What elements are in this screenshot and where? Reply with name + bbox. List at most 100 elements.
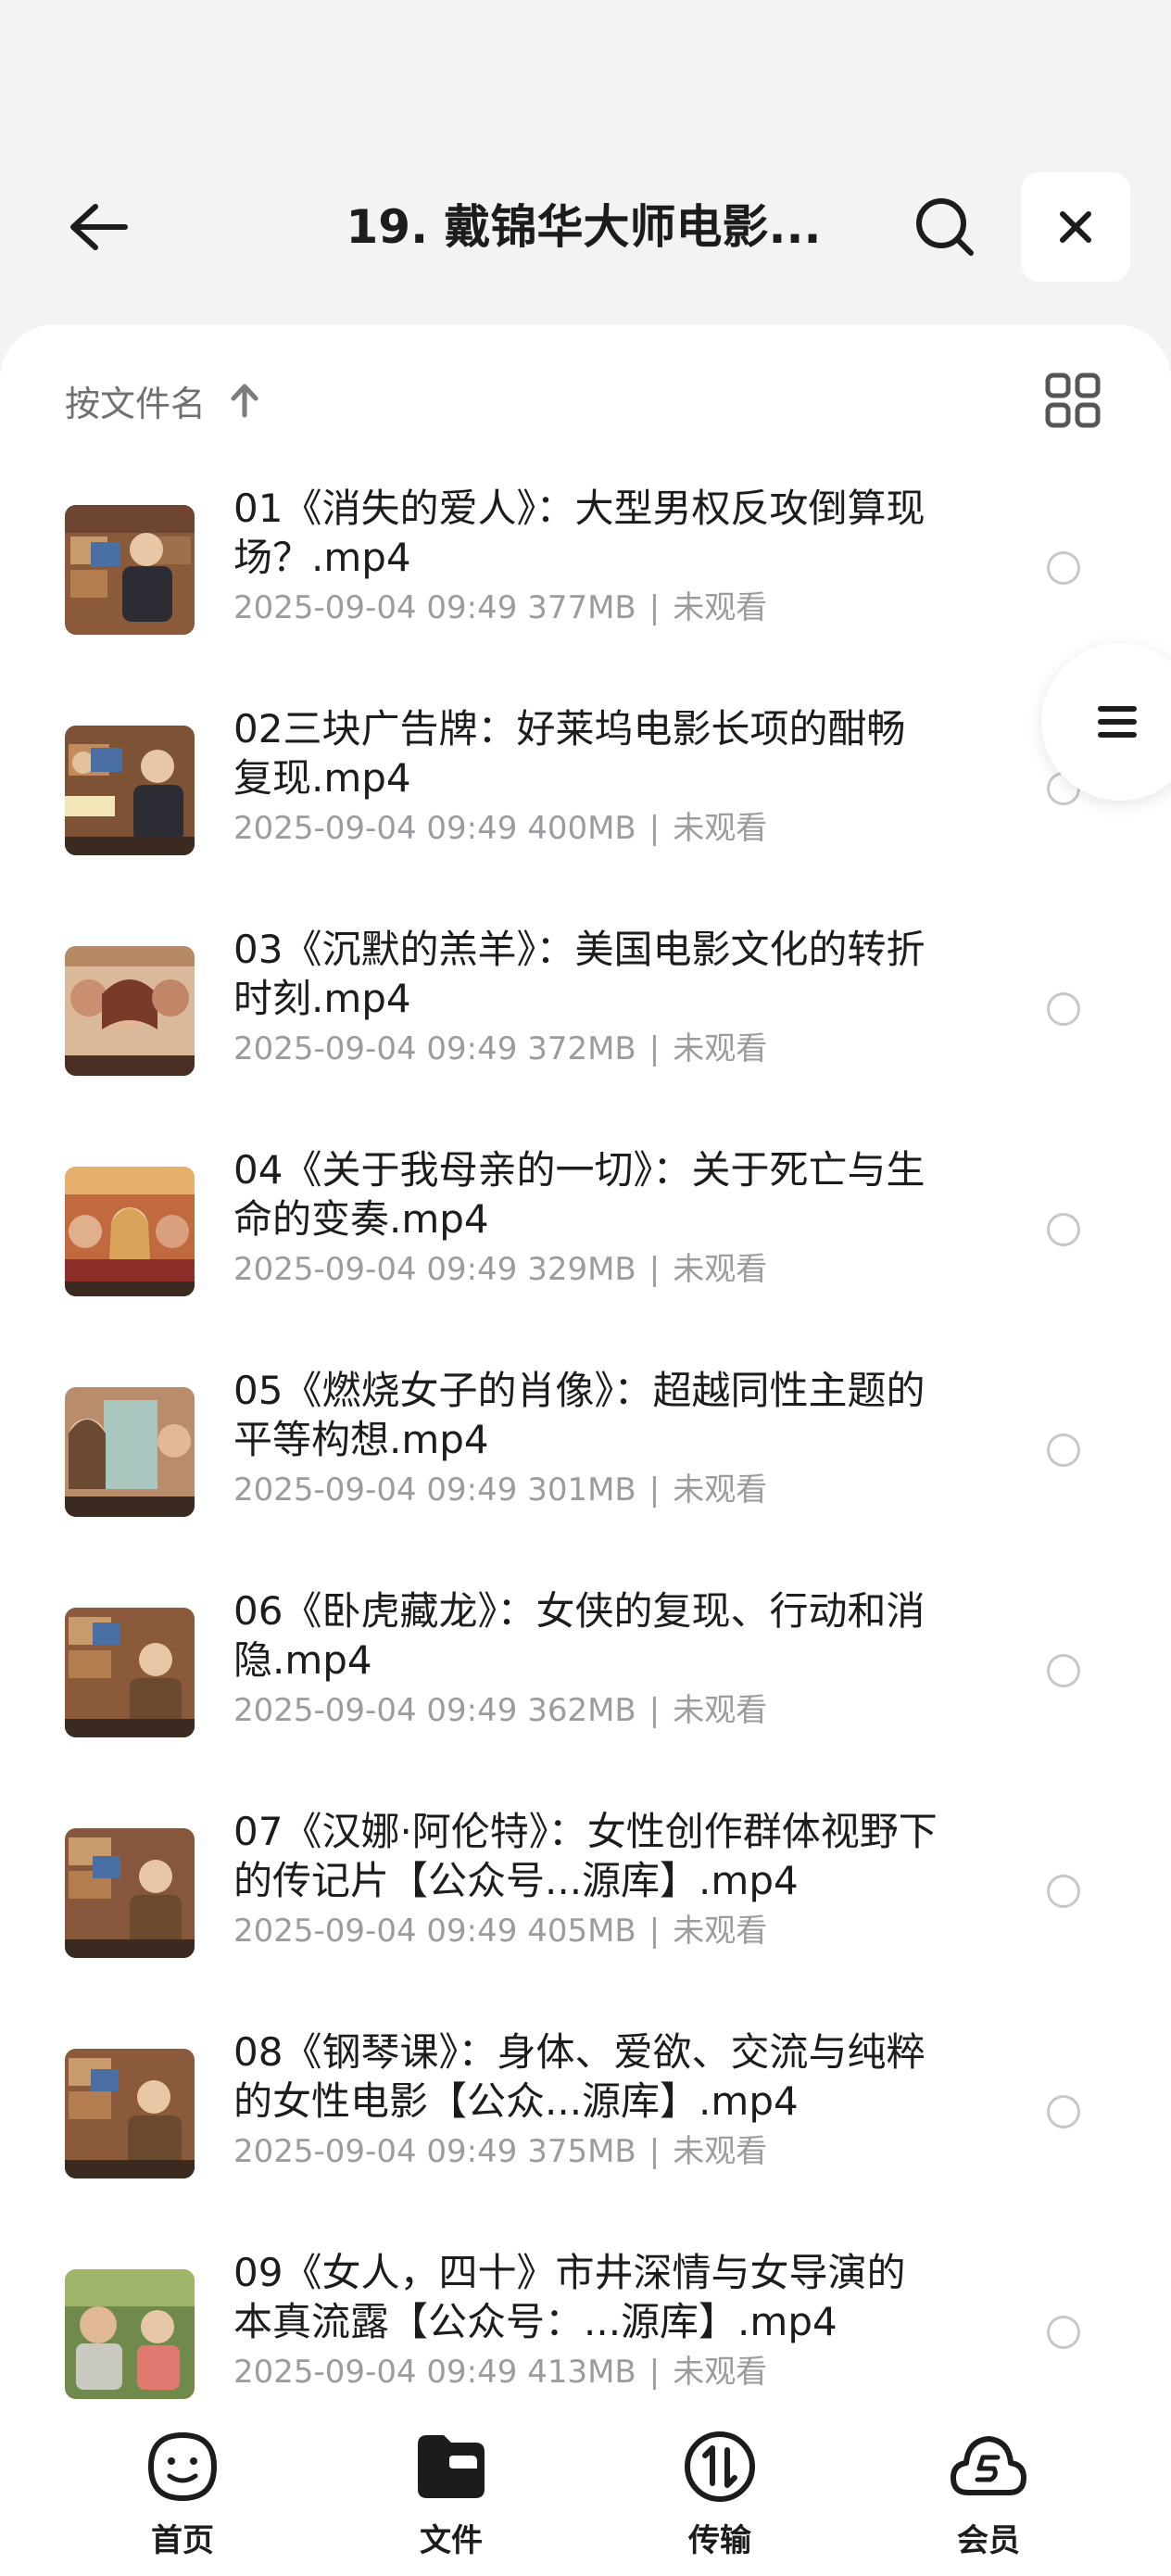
menu-icon xyxy=(1098,706,1137,738)
file-meta: 2025-09-04 09:49 362MB | 未观看 xyxy=(233,1688,767,1733)
meta-separator: | xyxy=(648,1030,661,1067)
file-size: 413MB xyxy=(527,2354,636,2391)
watch-status: 未观看 xyxy=(673,1030,768,1067)
file-name: 08《钢琴课》：身体、爱欲、交流与纯粹的女性电影【公众...源库】.mp4 xyxy=(233,2029,925,2124)
select-radio[interactable] xyxy=(1047,2316,1080,2349)
file-date: 2025-09-04 09:49 xyxy=(233,1251,518,1288)
bottom-tab-bar: 首页 文件 传输 会员 xyxy=(0,2400,1171,2576)
transfer-icon xyxy=(685,2431,755,2502)
video-thumbnail xyxy=(65,2049,195,2178)
watch-status: 未观看 xyxy=(673,1471,768,1509)
file-size: 400MB xyxy=(527,810,636,847)
tab-vip[interactable]: 会员 xyxy=(905,2428,1072,2567)
vip-cloud-icon xyxy=(951,2436,1026,2495)
arrow-left-icon xyxy=(70,204,128,250)
video-thumbnail xyxy=(65,2269,195,2399)
file-name: 05《燃烧女子的肖像》：超越同性主题的平等构想.mp4 xyxy=(233,1368,925,1462)
watch-status: 未观看 xyxy=(673,2133,768,2170)
video-thumbnail xyxy=(65,1828,195,1958)
select-radio[interactable] xyxy=(1047,1654,1080,1687)
file-size: 372MB xyxy=(527,1030,636,1067)
tab-home[interactable]: 首页 xyxy=(99,2428,266,2567)
file-name: 09《女人，四十》市井深情与女导演的本真流露【公众号：...源库】.mp4 xyxy=(233,2250,906,2344)
file-list-panel: 按文件名 01《消失的爱人》：大型男权反攻倒算现场？.mp4 2025-09-0… xyxy=(0,324,1171,2418)
file-list-item[interactable]: 02三块广告牌：好莱坞电影长项的酣畅复现.mp4 2025-09-04 09:4… xyxy=(0,702,1171,923)
file-list-item[interactable]: 07《汉娜·阿伦特》：女性创作群体视野下的传记片【公众号...源库】.mp4 2… xyxy=(0,1805,1171,2026)
file-list-item[interactable]: 05《燃烧女子的肖像》：超越同性主题的平等构想.mp4 2025-09-04 0… xyxy=(0,1364,1171,1585)
file-meta: 2025-09-04 09:49 329MB | 未观看 xyxy=(233,1247,767,1292)
select-radio[interactable] xyxy=(1047,1433,1080,1467)
meta-separator: | xyxy=(648,2354,661,2391)
file-meta: 2025-09-04 09:49 405MB | 未观看 xyxy=(233,1909,767,1953)
file-list-item[interactable]: 08《钢琴课》：身体、爱欲、交流与纯粹的女性电影【公众...源库】.mp4 20… xyxy=(0,2026,1171,2246)
select-radio[interactable] xyxy=(1047,1213,1080,1246)
header-bar: 19. 戴锦华大师电影... xyxy=(0,0,1171,324)
file-size: 362MB xyxy=(527,1692,636,1729)
video-thumbnail xyxy=(65,505,195,635)
tab-label: 会员 xyxy=(957,2522,1020,2559)
video-thumbnail xyxy=(65,946,195,1076)
file-size: 405MB xyxy=(527,1913,636,1950)
video-thumbnail xyxy=(65,1167,195,1296)
file-size: 329MB xyxy=(527,1251,636,1288)
page-title: 19. 戴锦华大师电影... xyxy=(346,200,822,254)
file-name: 04《关于我母亲的一切》：关于死亡与生命的变奏.mp4 xyxy=(233,1147,925,1242)
search-icon xyxy=(916,198,974,256)
grid-view-icon xyxy=(1045,373,1101,428)
video-thumbnail xyxy=(65,1608,195,1737)
file-name: 07《汉娜·阿伦特》：女性创作群体视野下的传记片【公众号...源库】.mp4 xyxy=(233,1809,938,1903)
video-thumbnail xyxy=(65,1387,195,1517)
meta-separator: | xyxy=(648,1913,661,1950)
file-meta: 2025-09-04 09:49 400MB | 未观看 xyxy=(233,806,767,851)
back-button[interactable] xyxy=(52,185,145,269)
watch-status: 未观看 xyxy=(673,1251,768,1288)
close-button[interactable] xyxy=(1021,172,1130,282)
file-name: 01《消失的爱人》：大型男权反攻倒算现场？.mp4 xyxy=(233,486,925,580)
watch-status: 未观看 xyxy=(673,1913,768,1950)
file-date: 2025-09-04 09:49 xyxy=(233,2354,518,2391)
file-list-item[interactable]: 04《关于我母亲的一切》：关于死亡与生命的变奏.mp4 2025-09-04 0… xyxy=(0,1143,1171,1364)
meta-separator: | xyxy=(648,589,661,626)
file-name: 03《沉默的羔羊》：美国电影文化的转折时刻.mp4 xyxy=(233,927,925,1021)
sort-label: 按文件名 xyxy=(65,383,207,424)
meta-separator: | xyxy=(648,1471,661,1509)
watch-status: 未观看 xyxy=(673,2354,768,2391)
tab-files[interactable]: 文件 xyxy=(368,2428,535,2567)
file-name: 06《卧虎藏龙》：女侠的复现、行动和消隐.mp4 xyxy=(233,1588,925,1683)
file-list-item[interactable]: 06《卧虎藏龙》：女侠的复现、行动和消隐.mp4 2025-09-04 09:4… xyxy=(0,1585,1171,1805)
tab-transfer[interactable]: 传输 xyxy=(636,2428,803,2567)
search-button[interactable] xyxy=(903,185,987,269)
tab-label: 首页 xyxy=(151,2522,214,2559)
watch-status: 未观看 xyxy=(673,1692,768,1729)
file-meta: 2025-09-04 09:49 375MB | 未观看 xyxy=(233,2129,767,2174)
select-radio[interactable] xyxy=(1047,992,1080,1026)
meta-separator: | xyxy=(648,810,661,847)
file-size: 375MB xyxy=(527,2133,636,2170)
file-meta: 2025-09-04 09:49 377MB | 未观看 xyxy=(233,586,767,630)
select-radio[interactable] xyxy=(1047,1875,1080,1908)
select-radio[interactable] xyxy=(1047,2095,1080,2128)
file-date: 2025-09-04 09:49 xyxy=(233,1030,518,1067)
file-size: 377MB xyxy=(527,589,636,626)
file-date: 2025-09-04 09:49 xyxy=(233,1692,518,1729)
file-name: 02三块广告牌：好莱坞电影长项的酣畅复现.mp4 xyxy=(233,706,906,801)
file-list-item[interactable]: 03《沉默的羔羊》：美国电影文化的转折时刻.mp4 2025-09-04 09:… xyxy=(0,923,1171,1143)
sort-control[interactable]: 按文件名 xyxy=(65,373,261,428)
file-date: 2025-09-04 09:49 xyxy=(233,2133,518,2170)
video-thumbnail xyxy=(65,726,195,855)
select-radio[interactable] xyxy=(1047,551,1080,585)
file-date: 2025-09-04 09:49 xyxy=(233,589,518,626)
watch-status: 未观看 xyxy=(673,810,768,847)
file-list-item[interactable]: 09《女人，四十》市井深情与女导演的本真流露【公众号：...源库】.mp4 20… xyxy=(0,2246,1171,2404)
file-meta: 2025-09-04 09:49 372MB | 未观看 xyxy=(233,1027,767,1071)
grid-view-button[interactable] xyxy=(1039,367,1106,434)
file-list-item[interactable]: 01《消失的爱人》：大型男权反攻倒算现场？.mp4 2025-09-04 09:… xyxy=(0,482,1171,702)
file-size: 301MB xyxy=(527,1471,636,1509)
file-meta: 2025-09-04 09:49 413MB | 未观看 xyxy=(233,2350,767,2394)
file-date: 2025-09-04 09:49 xyxy=(233,810,518,847)
file-date: 2025-09-04 09:49 xyxy=(233,1471,518,1509)
watch-status: 未观看 xyxy=(673,589,768,626)
folder-icon xyxy=(418,2435,485,2498)
meta-separator: | xyxy=(648,2133,661,2170)
close-icon xyxy=(1060,211,1091,243)
